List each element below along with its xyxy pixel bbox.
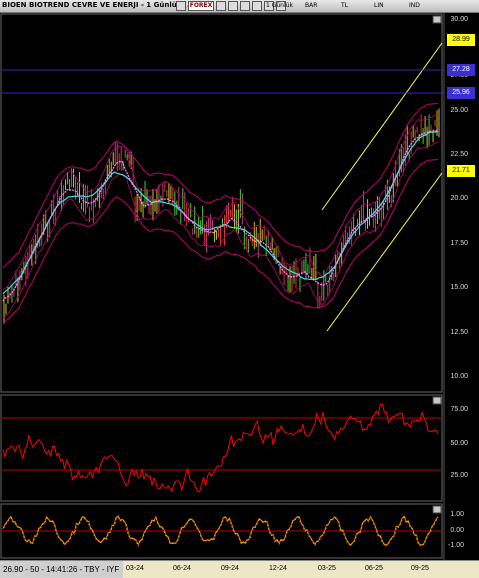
- rsi-tick: 25.00: [450, 472, 468, 479]
- price-tick: 30.00: [450, 16, 468, 23]
- price-tick: 25.00: [450, 107, 468, 114]
- chart-area[interactable]: [0, 13, 479, 560]
- date-label: 06-25: [365, 565, 383, 572]
- price-tick: 10.00: [450, 373, 468, 380]
- date-label: 06-24: [173, 565, 191, 572]
- rsi-tick: 50.00: [450, 440, 468, 447]
- date-label: 09-25: [411, 565, 429, 572]
- price-tag-lower-channel: 21.71: [447, 165, 475, 177]
- price-tick: 12.50: [450, 329, 468, 336]
- ind-button[interactable]: IND: [409, 2, 420, 9]
- rsi-tick: 75.00: [450, 406, 468, 413]
- window-title: BIOEN BIOTREND CEVRE VE ENERJI - 1 Günlü…: [2, 1, 203, 9]
- price-tick: 20.00: [450, 195, 468, 202]
- window-title-bar[interactable]: BIOEN BIOTREND CEVRE VE ENERJI - 1 Günlü…: [0, 0, 479, 13]
- date-label: 03-24: [126, 565, 144, 572]
- bar-button[interactable]: BAR: [305, 2, 317, 9]
- price-tick: 15.00: [450, 284, 468, 291]
- price-tick: 17.50: [450, 240, 468, 247]
- toolbar-icon-3[interactable]: [228, 1, 238, 11]
- osc-tick: 1.00: [450, 511, 464, 518]
- toolbar-icon-4[interactable]: [240, 1, 250, 11]
- price-tag-line-lower: 25.96: [447, 87, 475, 99]
- period-button[interactable]: 1 Günlük: [266, 2, 293, 9]
- date-label: 03-25: [318, 565, 336, 572]
- tl-button[interactable]: TL: [341, 2, 348, 9]
- date-label: 12-24: [269, 565, 287, 572]
- price-tick: 22.50: [450, 151, 468, 158]
- rsi-panel-close-button[interactable]: [432, 396, 442, 405]
- osc-tick: -1.00: [448, 542, 464, 549]
- toolbar-icon-2[interactable]: [216, 1, 226, 11]
- lin-button[interactable]: LIN: [374, 2, 384, 9]
- price-tag-line-upper: 27.28: [447, 64, 475, 76]
- price-tag-upper-channel: 28.99: [447, 34, 475, 46]
- osc-tick: 0.00: [450, 527, 464, 534]
- status-readout: 26.90 - 50 - 14:41:26 - TBY - IYF: [0, 560, 123, 578]
- price-panel-close-button[interactable]: [432, 15, 442, 24]
- toolbar-icon-1[interactable]: [176, 1, 186, 11]
- date-axis: 03-24 06-24 09-24 12-24 03-25 06-25 09-2…: [123, 560, 479, 578]
- date-label: 09-24: [221, 565, 239, 572]
- forex-button[interactable]: FOREX: [188, 1, 214, 11]
- toolbar-icon-5[interactable]: [252, 1, 262, 11]
- oscillator-panel-close-button[interactable]: [432, 505, 442, 514]
